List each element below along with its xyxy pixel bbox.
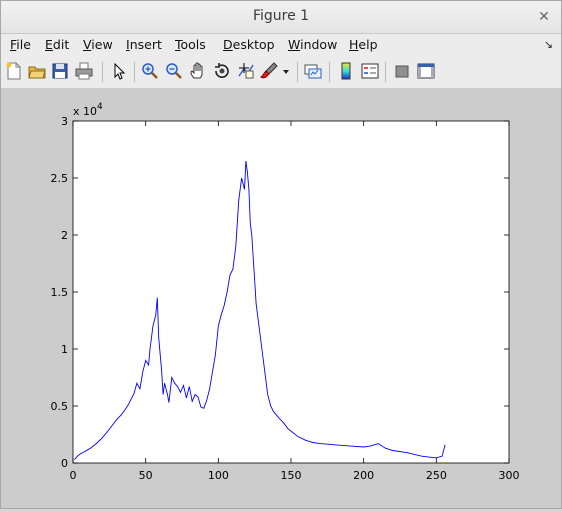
open-file-icon[interactable] bbox=[28, 62, 46, 80]
toolbar-separator bbox=[102, 62, 103, 82]
zoom-in-icon[interactable] bbox=[141, 62, 159, 80]
menu-file[interactable]: File bbox=[10, 37, 31, 52]
data-cursor-icon[interactable] bbox=[237, 62, 255, 80]
y-tick-label: 3 bbox=[61, 115, 68, 128]
y-tick-label: 2.5 bbox=[51, 172, 69, 185]
figure-window: Figure 1 ✕ File Edit View Insert Tools D… bbox=[0, 0, 562, 509]
toolbar-separator bbox=[385, 62, 386, 82]
print-icon[interactable] bbox=[75, 62, 93, 80]
pan-hand-icon[interactable] bbox=[189, 62, 207, 80]
toolbar-separator bbox=[134, 62, 135, 82]
y-tick-label: 1.5 bbox=[51, 286, 69, 299]
toolbar-separator bbox=[329, 62, 330, 82]
title-bar[interactable]: Figure 1 ✕ bbox=[1, 1, 561, 34]
link-plot-icon[interactable] bbox=[304, 62, 322, 80]
menu-bar: File Edit View Insert Tools Desktop Wind… bbox=[1, 34, 561, 56]
colorbar-icon[interactable] bbox=[337, 62, 355, 80]
y-tick-label: 2 bbox=[61, 229, 68, 242]
menu-tools[interactable]: Tools bbox=[175, 37, 206, 52]
menu-window[interactable]: Window bbox=[288, 37, 337, 52]
x-tick-label: 250 bbox=[426, 469, 447, 482]
y-tick-label: 0 bbox=[61, 457, 68, 470]
menu-edit[interactable]: Edit bbox=[45, 37, 69, 52]
y-axis-multiplier: x 104 bbox=[73, 102, 103, 118]
x-tick-label: 300 bbox=[499, 469, 520, 482]
x-tick-label: 200 bbox=[353, 469, 374, 482]
plot-region: 0 50 100 150 200 250 300 0 0.5 1 1.5 2 2.5 3 x 104 bbox=[1, 89, 561, 508]
axes-box[interactable] bbox=[72, 120, 510, 464]
menu-view[interactable]: View bbox=[83, 37, 113, 52]
pointer-icon[interactable] bbox=[110, 62, 128, 80]
window-title: Figure 1 bbox=[252, 8, 310, 24]
x-tick-label: 150 bbox=[281, 469, 302, 482]
new-figure-icon[interactable] bbox=[5, 62, 23, 80]
brush-icon[interactable] bbox=[260, 62, 278, 80]
show-plot-tools-icon[interactable] bbox=[417, 62, 435, 80]
close-icon[interactable]: ✕ bbox=[533, 6, 555, 28]
hide-plot-tools-icon[interactable] bbox=[393, 62, 411, 80]
figure-toolbar bbox=[1, 56, 561, 89]
x-tick-label: 50 bbox=[139, 469, 153, 482]
menu-help[interactable]: Help bbox=[349, 37, 378, 52]
line-chart[interactable]: 0 50 100 150 200 250 300 0 0.5 1 1.5 2 2.5 3 x 104 bbox=[1, 89, 561, 508]
save-icon[interactable] bbox=[51, 62, 69, 80]
brush-dropdown-icon[interactable] bbox=[281, 62, 291, 80]
dock-arrow-icon[interactable]: ↘ bbox=[544, 38, 553, 51]
x-tick-label: 0 bbox=[70, 469, 77, 482]
zoom-out-icon[interactable] bbox=[165, 62, 183, 80]
legend-icon[interactable] bbox=[361, 62, 379, 80]
toolbar-separator bbox=[297, 62, 298, 82]
menu-insert[interactable]: Insert bbox=[126, 37, 162, 52]
y-tick-label: 1 bbox=[61, 343, 68, 356]
rotate-3d-icon[interactable] bbox=[213, 62, 231, 80]
x-tick-label: 100 bbox=[208, 469, 229, 482]
y-tick-label: 0.5 bbox=[51, 400, 69, 413]
menu-desktop[interactable]: Desktop bbox=[223, 37, 275, 52]
